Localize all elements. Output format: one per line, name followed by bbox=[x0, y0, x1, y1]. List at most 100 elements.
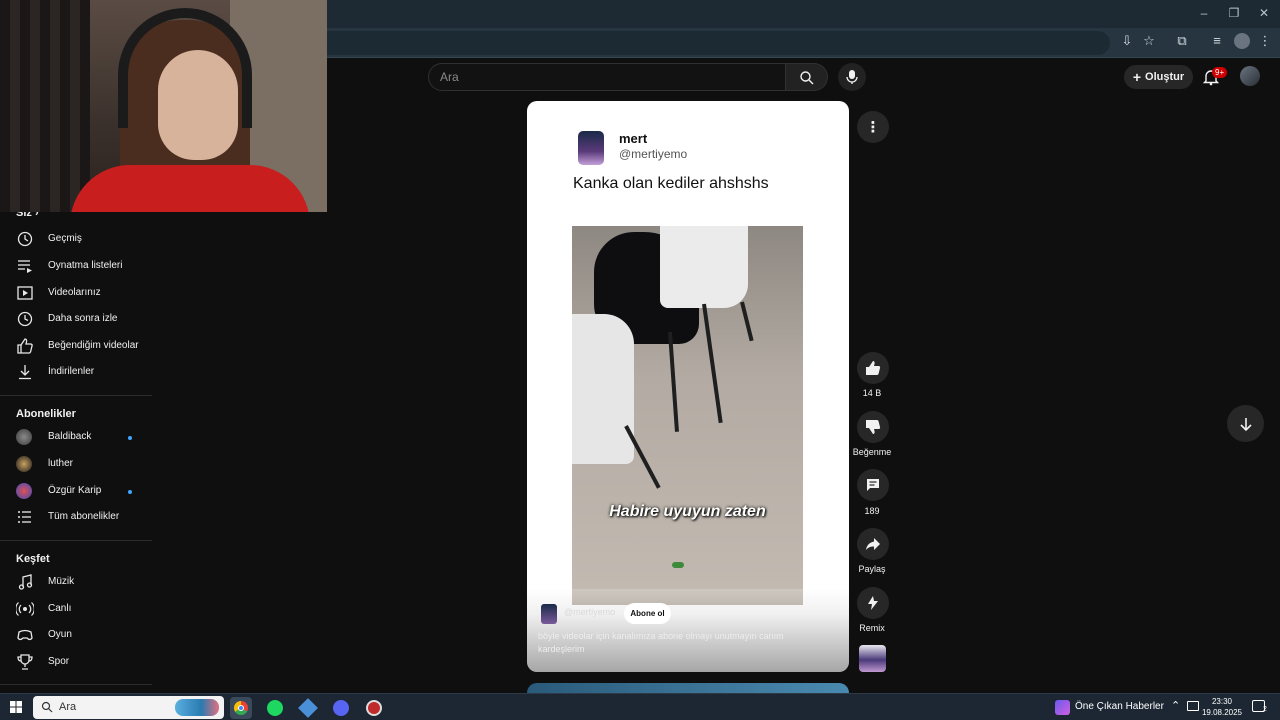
subscriptions-heading: Abonelikler bbox=[16, 408, 76, 420]
browser-menu-icon[interactable]: ⋮ bbox=[1257, 33, 1273, 49]
webcam-shirt bbox=[70, 165, 310, 212]
create-button[interactable]: + Oluştur bbox=[1124, 65, 1193, 89]
tweet-author-handle: @mertiyemo bbox=[619, 147, 688, 161]
like-button[interactable] bbox=[857, 352, 889, 384]
share-button[interactable] bbox=[857, 528, 889, 560]
sidebar-item-label: luther bbox=[48, 458, 74, 469]
news-widget-icon[interactable] bbox=[1055, 700, 1070, 715]
tweet-avatar bbox=[578, 131, 604, 165]
arrow-down-icon bbox=[1239, 417, 1252, 431]
sidebar-item-label: Oyun bbox=[48, 629, 72, 640]
extensions-icon[interactable]: ⧉ bbox=[1174, 33, 1190, 49]
sidebar-item-playlists[interactable]: Oynatma listeleri bbox=[0, 253, 152, 279]
sidebar-item-label: Canlı bbox=[48, 603, 72, 614]
trophy-icon bbox=[17, 654, 33, 670]
sidebar-item-label: Daha sonra izle bbox=[48, 313, 118, 324]
liked-videos-icon bbox=[17, 338, 33, 354]
sidebar-subscription-baldiback[interactable]: Baldiback bbox=[0, 424, 152, 450]
sidebar-item-liked-videos[interactable]: Beğendiğim videolar bbox=[0, 333, 152, 359]
media-control-icon[interactable]: ≡ bbox=[1209, 33, 1225, 49]
news-widget-label[interactable]: Öne Çıkan Haberler bbox=[1075, 701, 1164, 712]
comment-count: 189 bbox=[864, 506, 880, 516]
clock-date: 19.08.2025 bbox=[1201, 708, 1243, 717]
search-button[interactable] bbox=[786, 63, 828, 91]
chevron-up-icon[interactable]: ⌃ bbox=[1171, 699, 1180, 712]
bookmark-star-icon[interactable]: ☆ bbox=[1141, 33, 1157, 49]
video-toy bbox=[672, 562, 684, 568]
notification-count: 2 bbox=[1263, 706, 1267, 713]
sidebar-item-history[interactable]: Geçmiş bbox=[0, 226, 152, 252]
more-vert-icon: ⋮ bbox=[865, 119, 881, 136]
sidebar-item-sports[interactable]: Spor bbox=[0, 649, 152, 675]
search-icon bbox=[41, 701, 53, 713]
watch-later-icon bbox=[17, 311, 33, 327]
channel-avatar[interactable] bbox=[541, 604, 557, 624]
channel-handle[interactable]: @mertiyemo bbox=[564, 607, 615, 617]
sidebar-subscription-luther[interactable]: luther bbox=[0, 451, 152, 477]
sidebar-item-watch-later[interactable]: Daha sonra izle bbox=[0, 306, 152, 332]
minimize-icon[interactable]: – bbox=[1196, 6, 1212, 20]
tweet-text: Kanka olan kediler ahshshs bbox=[573, 175, 769, 192]
restore-icon[interactable]: ❐ bbox=[1226, 6, 1242, 20]
dislike-button[interactable] bbox=[857, 411, 889, 443]
sidebar-item-your-videos[interactable]: Videolarınız bbox=[0, 280, 152, 306]
taskbar-clock[interactable]: 23:30 19.08.2025 bbox=[1200, 696, 1244, 718]
remix-label: Remix bbox=[859, 623, 885, 633]
voice-search-button[interactable] bbox=[838, 63, 866, 91]
app-taskbar-icon-2[interactable] bbox=[363, 697, 385, 719]
comments-button[interactable] bbox=[857, 469, 889, 501]
tweet-author-name: mert bbox=[619, 131, 648, 146]
search-box[interactable]: Ara bbox=[428, 63, 786, 91]
share-label: Paylaş bbox=[858, 564, 886, 574]
display-icon[interactable] bbox=[1187, 701, 1199, 711]
new-content-dot bbox=[128, 436, 132, 440]
plus-icon: + bbox=[1132, 69, 1142, 85]
sound-source-thumbnail[interactable] bbox=[859, 645, 886, 672]
sidebar-item-gaming[interactable]: Oyun bbox=[0, 622, 152, 648]
download-icon bbox=[19, 365, 31, 380]
explore-heading: Keşfet bbox=[16, 553, 50, 565]
sidebar-item-live[interactable]: Canlı bbox=[0, 596, 152, 622]
taskbar-search-input[interactable]: Ara bbox=[59, 701, 76, 713]
subscribe-button[interactable]: Abone ol bbox=[624, 603, 671, 624]
app-taskbar-icon[interactable] bbox=[297, 697, 319, 719]
create-label: Oluştur bbox=[1145, 71, 1185, 83]
webcam-curtain bbox=[0, 0, 90, 212]
sidebar-item-downloads[interactable]: İndirilenler bbox=[0, 359, 152, 385]
music-icon bbox=[18, 574, 33, 590]
windows-start-icon[interactable] bbox=[10, 701, 22, 713]
sidebar-item-label: Spor bbox=[48, 656, 70, 667]
chrome-taskbar-icon[interactable] bbox=[230, 697, 252, 719]
video-chair bbox=[572, 314, 634, 464]
install-app-icon[interactable]: ⇩ bbox=[1119, 33, 1135, 49]
remix-button[interactable] bbox=[857, 587, 889, 619]
short-video-player[interactable]: mert @mertiyemo Kanka olan kediler ahshs… bbox=[527, 101, 849, 672]
discord-taskbar-icon[interactable] bbox=[330, 697, 352, 719]
more-options-button[interactable]: ⋮ bbox=[857, 111, 889, 143]
profile-avatar-icon[interactable] bbox=[1234, 33, 1250, 49]
clock-time: 23:30 bbox=[1211, 697, 1233, 706]
video-chair-leg bbox=[668, 331, 679, 432]
sidebar-item-label: İndirilenler bbox=[48, 366, 95, 377]
sidebar-item-label: Tüm abonelikler bbox=[48, 511, 120, 522]
taskbar-search[interactable]: Ara bbox=[33, 696, 224, 719]
close-icon[interactable]: ✕ bbox=[1256, 6, 1272, 20]
video-frame: Habire uyuyun zaten bbox=[572, 226, 803, 605]
sidebar-item-music[interactable]: Müzik bbox=[0, 569, 152, 595]
account-avatar[interactable] bbox=[1240, 66, 1260, 86]
sidebar-subscription-ozgur-karip[interactable]: Özgür Karip bbox=[0, 478, 152, 504]
next-short-button[interactable] bbox=[1227, 405, 1264, 442]
spotify-taskbar-icon[interactable] bbox=[264, 697, 286, 719]
video-chair-leg bbox=[740, 301, 754, 342]
remix-icon bbox=[868, 596, 878, 610]
like-count: 14 B bbox=[862, 388, 882, 398]
search-input[interactable]: Ara bbox=[440, 70, 459, 84]
video-description[interactable]: böyle videolar için kanalımıza abone olm… bbox=[538, 630, 808, 656]
list-icon bbox=[18, 511, 31, 523]
channel-avatar bbox=[16, 429, 32, 445]
sidebar-item-all-subscriptions[interactable]: Tüm abonelikler bbox=[0, 504, 152, 530]
screen: – ❐ ✕ ⇩ ☆ ⧉ ≡ ⋮ Ara + Oluştur 9+ Siz › G… bbox=[0, 0, 1280, 720]
sidebar-item-label: Videolarınız bbox=[48, 287, 101, 298]
thumbs-down-icon bbox=[866, 420, 881, 434]
gaming-icon bbox=[17, 629, 33, 641]
